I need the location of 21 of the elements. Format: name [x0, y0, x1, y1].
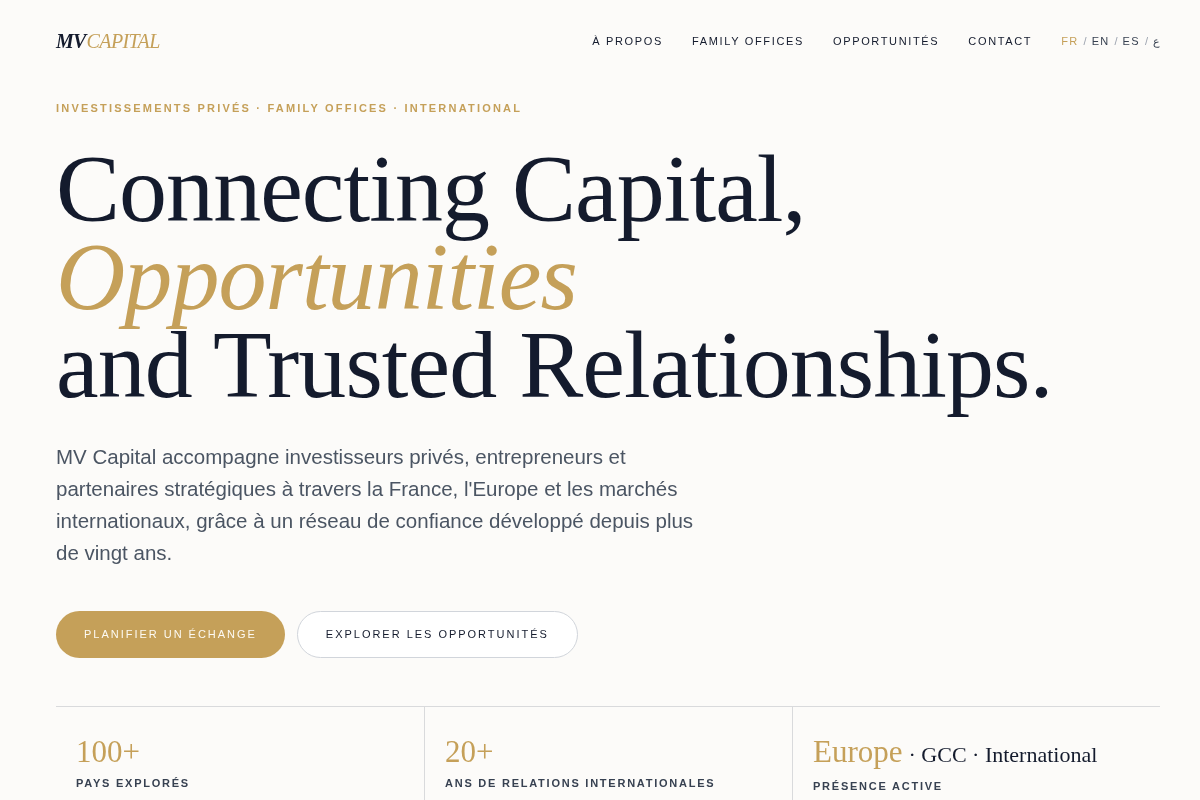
- stat-value: Europe · GCC · International: [813, 734, 1098, 771]
- nav-link[interactable]: OPPORTUNITÉS: [832, 32, 940, 50]
- eyebrow-text: INVESTISSEMENTS PRIVÉS · FAMILY OFFICES · INTERNATIONAL: [56, 101, 523, 116]
- logo[interactable]: MVCAPITAL: [56, 31, 160, 51]
- language-link[interactable]: ES: [1122, 32, 1140, 50]
- language-separator: /: [1114, 33, 1118, 49]
- nav-link[interactable]: FAMILY OFFICES: [692, 32, 804, 50]
- language-separator: /: [1083, 33, 1087, 49]
- language-separator: /: [1144, 33, 1148, 49]
- stat-value: 100+: [76, 734, 140, 769]
- intro-paragraph: MV Capital accompagne investisseurs privés, entrepreneurs et partenaires stratégiques à travers la France, l'Europe et les marchés internationaux, grâce à un réseau de confiance développé depuis plus de vingt ans.: [56, 443, 695, 567]
- stat-value: 20+: [445, 734, 494, 769]
- stat-label: ANS DE RELATIONS INTERNATIONALES: [445, 775, 716, 791]
- headline: Connecting Capital, Opportunities and Trusted Relationships.: [56, 133, 1053, 420]
- stat-label: PAYS EXPLORÉS: [76, 775, 190, 791]
- stat-label: PRÉSENCE ACTIVE: [813, 778, 943, 794]
- explore-button[interactable]: EXPLORER LES OPPORTUNITÉS: [296, 610, 578, 658]
- language-link[interactable]: ع: [1153, 32, 1160, 50]
- nav-link[interactable]: CONTACT: [968, 32, 1033, 50]
- nav-link[interactable]: À PROPOS: [592, 32, 663, 50]
- language-link[interactable]: EN: [1091, 32, 1110, 50]
